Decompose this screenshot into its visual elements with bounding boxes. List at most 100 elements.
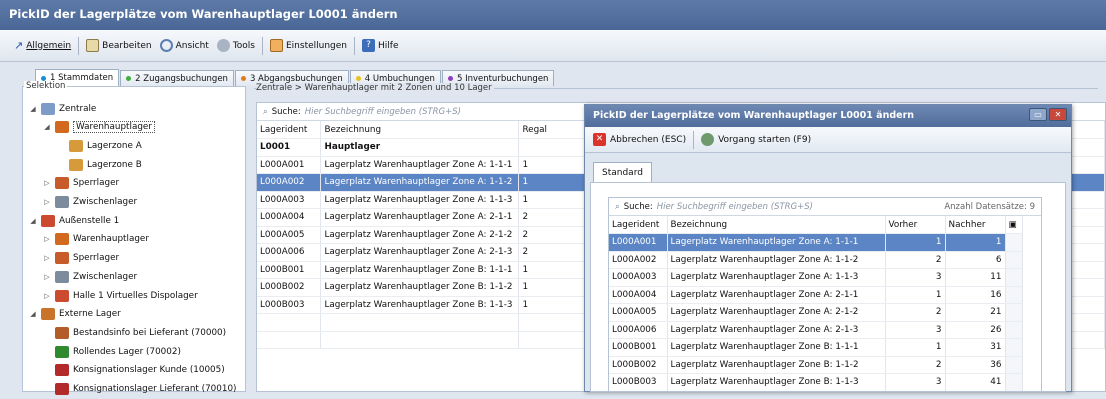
tree-node[interactable]: ▷ Sperrlager (43, 174, 119, 193)
table-row[interactable]: L000A002 Lagerplatz Warenhauptlager Zone … (609, 251, 1023, 269)
tree-node[interactable]: Konsignationslager Lieferant (70010) (43, 380, 237, 399)
clipboard-icon (86, 39, 100, 52)
column-header[interactable]: Nachher (945, 216, 1006, 234)
expander-icon[interactable]: ▷ (43, 198, 51, 206)
close-icon[interactable]: ✕ (1049, 108, 1067, 121)
forklift-icon (55, 270, 69, 283)
dialog-title: PickID der Lagerplätze vom Warenhauptlag… (585, 105, 1071, 127)
table-row[interactable]: L000B003 Lagerplatz Warenhauptlager Zone … (609, 373, 1023, 391)
expander-icon[interactable]: ◢ (29, 310, 37, 318)
start-process-button[interactable]: Vorgang starten (F9) (718, 135, 811, 145)
tree-node[interactable]: ◢ Warenhauptlager (43, 118, 155, 137)
table-cell: Lagerplatz Warenhauptlager Zone B: 1-1-1 (667, 338, 886, 357)
menu-einstellungen[interactable]: Einstellungen (266, 35, 351, 57)
table-cell: 1 (885, 286, 946, 304)
table-cell[interactable]: 26 (945, 321, 1006, 339)
table-cell[interactable]: 31 (945, 338, 1006, 357)
menu-bearbeiten-label: Bearbeiten (102, 40, 152, 51)
tree-node[interactable]: Bestandsinfo bei Lieferant (70000) (43, 323, 226, 342)
search-input[interactable]: Hier Suchbegriff eingeben (STRG+S) (305, 107, 461, 117)
column-header[interactable]: Vorher (885, 216, 946, 234)
table-cell: L000A005 (257, 226, 322, 244)
minimize-button[interactable]: ▭ (1029, 108, 1047, 121)
expander-icon[interactable]: ◢ (29, 217, 37, 225)
menu-bearbeiten[interactable]: Bearbeiten (82, 35, 155, 57)
expander-icon[interactable]: ▷ (43, 179, 51, 187)
table-cell[interactable]: 41 (945, 373, 1006, 391)
menu-ansicht[interactable]: Ansicht (156, 35, 213, 57)
table-cell: 3 (885, 268, 946, 287)
tab-2[interactable]: 2 Zugangsbuchungen (120, 70, 234, 86)
dialog-search-label: Suche: (623, 201, 653, 212)
table-cell[interactable]: 11 (945, 268, 1006, 287)
table-row[interactable]: L000B002 Lagerplatz Warenhauptlager Zone … (609, 356, 1023, 374)
tree-node-label: Halle 1 Virtuelles Dispolager (73, 290, 198, 301)
expander-icon[interactable]: ▷ (43, 273, 51, 281)
column-header[interactable]: Bezeichnung (667, 216, 886, 234)
column-header[interactable]: Lagerident (257, 121, 322, 139)
menu-separator (262, 36, 263, 55)
tree-node[interactable]: ▷ Sperrlager (43, 249, 119, 268)
expander-icon[interactable]: ▷ (43, 292, 51, 300)
tree-node[interactable]: ▷ Zwischenlager (43, 267, 137, 286)
table-cell[interactable]: 6 (945, 251, 1006, 269)
forklift-icon (55, 177, 69, 190)
tree-node[interactable]: Lagerzone A (57, 136, 142, 155)
expander-icon[interactable]: ▷ (43, 235, 51, 243)
table-cell: L000A004 (257, 208, 322, 227)
tree-node[interactable]: Rollendes Lager (70002) (43, 342, 181, 361)
breadcrumb: Zentrale > Warenhauptlager mit 2 Zonen u… (254, 83, 1098, 99)
table-cell: Lagerplatz Warenhauptlager Zone A: 1-1-2 (667, 251, 886, 269)
tree-node[interactable]: ▷ Zwischenlager (43, 193, 137, 212)
cancel-button[interactable]: Abbrechen (ESC) (610, 135, 686, 145)
table-row[interactable]: L000A003 Lagerplatz Warenhauptlager Zone … (609, 268, 1023, 287)
menu-hilfe[interactable]: ? Hilfe (358, 35, 402, 57)
tree-node-label: Zwischenlager (73, 271, 138, 282)
expander-icon[interactable]: ◢ (29, 105, 37, 113)
tree-node[interactable]: ◢ Zentrale (29, 99, 96, 118)
table-cell[interactable]: 21 (945, 303, 1006, 322)
column-header[interactable]: Bezeichnung (320, 121, 520, 139)
tree-node[interactable]: ▷ Warenhauptlager (43, 230, 149, 249)
dialog-search-input[interactable]: Hier Suchbegriff eingeben (STRG+S) (657, 202, 813, 212)
table-cell[interactable]: 1 (945, 233, 1006, 252)
scroll-cell (1005, 251, 1023, 269)
tree-node[interactable]: ◢ Außenstelle 1 (29, 211, 119, 230)
table-cell: L000B003 (609, 373, 668, 391)
table-row[interactable]: L000A001 Lagerplatz Warenhauptlager Zone … (609, 233, 1023, 252)
empty-cell (320, 331, 520, 349)
table-row[interactable]: L000A004 Lagerplatz Warenhauptlager Zone … (609, 286, 1023, 304)
table-row[interactable]: L000B001 Lagerplatz Warenhauptlager Zone … (609, 338, 1023, 357)
table-cell: L0001 (257, 138, 322, 157)
table-cell[interactable]: 16 (945, 286, 1006, 304)
forklift-icon (55, 233, 69, 246)
dialog-search-bar[interactable]: ⌕ Suche: Hier Suchbegriff eingeben (STRG… (609, 198, 1041, 216)
column-chooser-icon[interactable]: ▣ (1005, 216, 1023, 234)
tree-node[interactable]: Konsignationslager Kunde (10005) (43, 361, 225, 380)
tree-node-label: Sperrlager (73, 253, 120, 264)
tab-dot-icon (447, 76, 453, 81)
search-icon: ⌕ (615, 201, 620, 212)
tree-node[interactable]: Lagerzone B (57, 155, 142, 174)
tab-standard[interactable]: Standard (593, 162, 652, 182)
table-cell: L000A005 (609, 303, 668, 322)
table-cell: Lagerplatz Warenhauptlager Zone B: 1-1-2 (320, 278, 520, 297)
table-cell: Lagerplatz Warenhauptlager Zone A: 1-1-2 (320, 173, 520, 192)
table-row[interactable]: L000A006 Lagerplatz Warenhauptlager Zone … (609, 321, 1023, 339)
dialog-toolbar: ✕ Abbrechen (ESC) Vorgang starten (F9) (585, 127, 1071, 153)
tree-node[interactable]: ▷ Halle 1 Virtuelles Dispolager (43, 286, 198, 305)
table-cell: 3 (885, 321, 946, 339)
tree-node-label: Externe Lager (59, 309, 121, 320)
menu-allgemein[interactable]: ↗ Allgemein (10, 35, 75, 57)
tree-node-label: Lagerzone B (87, 159, 142, 170)
table-cell: Lagerplatz Warenhauptlager Zone A: 2-1-1 (667, 286, 886, 304)
menu-tools[interactable]: Tools (213, 35, 259, 57)
expander-icon[interactable]: ◢ (43, 123, 51, 131)
table-cell[interactable]: 36 (945, 356, 1006, 374)
table-cell: L000A006 (257, 243, 322, 262)
table-cell: Lagerplatz Warenhauptlager Zone A: 2-1-2 (667, 303, 886, 322)
tree-node[interactable]: ◢ Externe Lager (29, 305, 121, 324)
expander-icon[interactable]: ▷ (43, 254, 51, 262)
table-row[interactable]: L000A005 Lagerplatz Warenhauptlager Zone … (609, 303, 1023, 322)
column-header[interactable]: Lagerident (609, 216, 668, 234)
